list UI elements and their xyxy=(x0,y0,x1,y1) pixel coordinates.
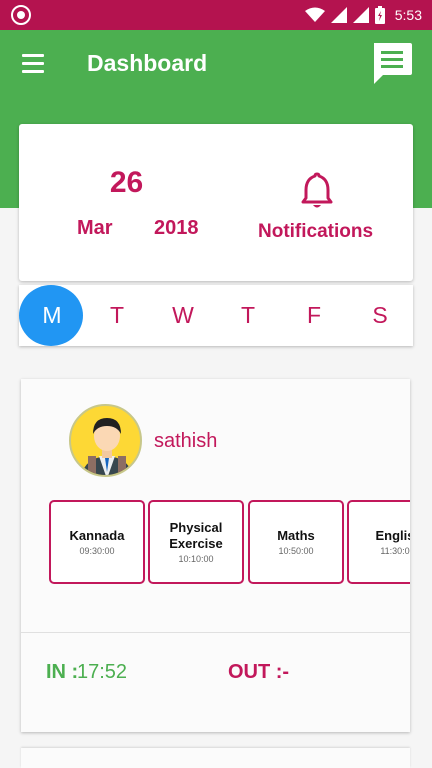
subject-card[interactable]: Physical Exercise 10:10:00 xyxy=(148,500,244,584)
status-bar: 5:53 xyxy=(0,0,432,30)
out-label: OUT :- xyxy=(228,661,290,683)
battery-icon xyxy=(374,6,385,24)
day-tab-saturday[interactable]: S xyxy=(347,285,413,346)
subject-time: 11:30:0 xyxy=(380,546,410,556)
student-avatar-icon xyxy=(69,404,142,477)
date-day: 26 xyxy=(109,166,144,199)
subject-name: Kannada xyxy=(69,528,125,543)
week-day-selector: M T W T F S xyxy=(19,285,413,346)
day-tab-tuesday[interactable]: T xyxy=(84,285,150,346)
subject-card[interactable]: Maths 10:50:00 xyxy=(248,500,344,584)
subject-time: 10:50:00 xyxy=(278,546,314,556)
in-label: IN : xyxy=(46,661,79,683)
subject-time: 10:10:00 xyxy=(178,554,214,564)
student-name: sathish xyxy=(154,430,218,452)
page-title: Dashboard xyxy=(87,50,208,76)
bell-icon[interactable] xyxy=(299,170,335,210)
next-student-card xyxy=(21,748,410,768)
subject-card[interactable]: Englis 11:30:0 xyxy=(347,500,410,584)
subject-list: Kannada 09:30:00 Physical Exercise 10:10… xyxy=(49,500,410,584)
subject-name: Physical Exercise xyxy=(169,520,223,551)
date-year: 2018 xyxy=(154,217,199,239)
subject-name: Englis xyxy=(375,528,410,543)
divider xyxy=(21,632,410,633)
signal-icon xyxy=(330,7,347,23)
in-time-value: 17:52 xyxy=(77,661,128,683)
student-card: sathish Kannada 09:30:00 Physical Exerci… xyxy=(21,379,410,732)
day-tab-wednesday[interactable]: W xyxy=(150,285,216,346)
subject-card[interactable]: Kannada 09:30:00 xyxy=(49,500,145,584)
day-tab-thursday[interactable]: T xyxy=(215,285,281,346)
signal-icon xyxy=(352,7,369,23)
status-icons: 5:53 xyxy=(304,5,422,25)
menu-icon[interactable] xyxy=(22,54,46,73)
subject-time: 09:30:00 xyxy=(79,546,115,556)
status-time: 5:53 xyxy=(394,7,422,23)
notification-circle-icon xyxy=(11,5,31,25)
subject-name: Maths xyxy=(277,528,315,543)
day-tab-friday[interactable]: F xyxy=(281,285,347,346)
chat-icon[interactable] xyxy=(371,41,413,85)
wifi-icon xyxy=(304,7,325,22)
notifications-link[interactable]: Notifications xyxy=(258,221,373,243)
date-card: 26 Mar 2018 Notifications xyxy=(19,124,413,281)
day-tab-monday[interactable]: M xyxy=(19,285,85,346)
date-month: Mar xyxy=(77,217,113,239)
